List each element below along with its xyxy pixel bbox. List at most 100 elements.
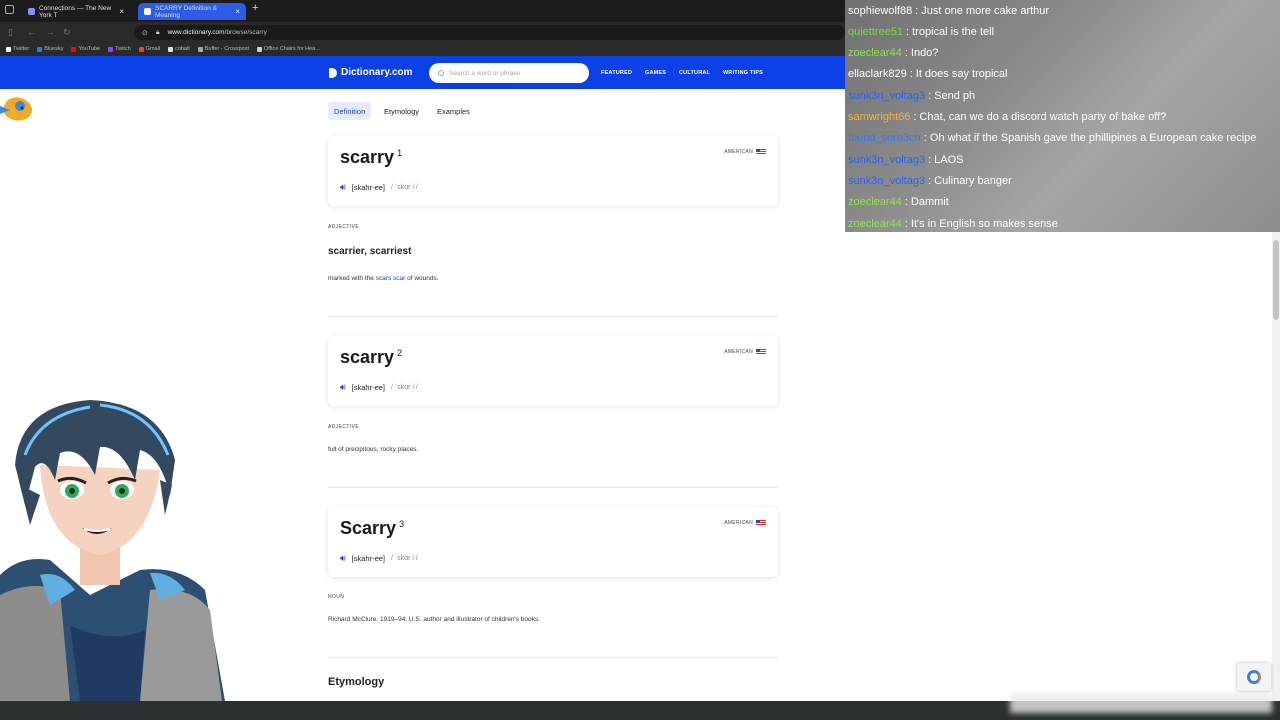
nav-featured[interactable]: FEATURED (601, 70, 632, 76)
new-tab-plus-icon[interactable]: + (252, 2, 258, 14)
definition-text: marked with the scars scar of wounds. (328, 275, 439, 282)
close-icon[interactable]: × (119, 7, 124, 16)
site-logo[interactable]: Dictionary.com (329, 67, 413, 78)
site-info-icon[interactable]: ⊙ (142, 29, 148, 37)
origin-label[interactable]: AMERICAN (724, 149, 766, 155)
chat-message: found_sore3ch: Oh what if the Spanish gav… (845, 128, 1280, 149)
chat-text: tropical is the tell (912, 25, 995, 38)
tab-connections[interactable]: Connections — The New York T × (22, 3, 130, 20)
browser-tab-bar: Connections — The New York T × SCARRY De… (0, 0, 845, 22)
url-text: www.dictionary.com/browse/scarry (167, 29, 267, 36)
chat-text: It's in English so makes sense (910, 217, 1058, 230)
divider (328, 657, 778, 658)
bookmark-item[interactable]: Twitch (108, 46, 131, 52)
bookmark-favicon-icon (108, 46, 114, 52)
part-of-speech: ADJECTIVE (328, 224, 360, 230)
chat-separator: : (923, 132, 927, 145)
taskbar-blur (1010, 693, 1272, 713)
search-input[interactable]: Search a word or phrase (429, 63, 589, 83)
homograph-number: 2 (397, 348, 403, 358)
bookmark-favicon-icon (138, 46, 144, 52)
us-flag-icon (756, 149, 766, 155)
chat-message: sunk3n_voltag3: Send ph (845, 85, 1280, 106)
chat-text: Send ph (934, 89, 976, 102)
chat-message: zoeclear44: It's in English so makes sens… (845, 213, 1280, 234)
window-menu-icon[interactable] (5, 5, 14, 14)
nav-cultural[interactable]: CULTURAL (679, 70, 710, 76)
tab-favicon-icon (28, 8, 35, 15)
bookmark-label: Bluesky (44, 46, 64, 52)
tab-examples[interactable]: Examples (431, 102, 476, 120)
tab-definition[interactable]: Definition (328, 102, 372, 120)
recaptcha-badge[interactable] (1237, 663, 1271, 691)
definition-link[interactable]: scar (393, 275, 405, 282)
bookmark-label: Gmail (145, 46, 161, 52)
chat-text: Oh what if the Spanish gave the phillipi… (929, 132, 1257, 145)
headword: scarry 2 (340, 347, 403, 367)
bookmark-item[interactable]: Gmail (138, 46, 161, 52)
bookmark-item[interactable]: Buffer - Crosspost (197, 46, 249, 52)
chat-separator: : (904, 196, 908, 209)
stream-chat-overlay: sophiewolf88: Just one more cake arthur qu… (845, 0, 1280, 232)
chat-username: samwright66 (848, 111, 911, 123)
chat-separator: : (928, 153, 932, 166)
entry-card: scarry 2 AMERICAN 🔊︎ [skahr-ee] / ˈskɑr i… (328, 336, 778, 406)
tab-etymology[interactable]: Etymology (378, 102, 425, 120)
pronunciation-text: [skahr-ee] (351, 183, 386, 192)
pronunciation-text: [skahr-ee] (351, 554, 386, 563)
origin-label[interactable]: AMERICAN (724, 520, 766, 526)
bookmark-item[interactable]: Office Chairs for Hea... (256, 46, 320, 52)
speaker-icon[interactable]: 🔊︎ (340, 182, 346, 193)
site-header: Dictionary.com Search a word or phrase F… (0, 56, 845, 89)
homograph-number: 1 (397, 148, 403, 158)
origin-label[interactable]: AMERICAN (724, 349, 766, 355)
definition-link[interactable]: scars (376, 275, 392, 282)
chat-message: ellaclark829: It does say tropical (845, 64, 1280, 85)
screen: Connections — The New York T × SCARRY De… (0, 0, 1280, 720)
back-arrow-icon[interactable]: ← (27, 27, 36, 37)
chat-separator: : (909, 68, 913, 81)
bookmark-item[interactable]: cobalt (168, 46, 190, 52)
speaker-icon[interactable]: 🔊︎ (340, 553, 346, 564)
chat-username: ellaclark829 (848, 68, 907, 81)
definition-text: full of precipitous, rocky places. (328, 446, 419, 453)
pronunciation: 🔊︎ [skahr-ee] / ˈskɑr i / (340, 182, 418, 193)
chat-message: quiettree51: tropical is the tell (845, 21, 1280, 42)
nav-writing-tips[interactable]: WRITING TIPS (723, 70, 763, 76)
bookmark-label: YouTube (78, 46, 101, 52)
bookmark-item[interactable]: Twitter (6, 46, 29, 52)
reload-icon[interactable]: ↻ (63, 27, 71, 38)
bookmark-label: Office Chairs for Hea... (263, 46, 320, 52)
bookmark-item[interactable]: YouTube (71, 46, 100, 52)
sidebar-icon[interactable]: ▯ (8, 27, 13, 38)
bookmark-label: Twitch (115, 46, 131, 52)
etymology-heading: Etymology (328, 676, 385, 688)
bookmarks-bar: Twitter Bluesky YouTube Twitch Gmail cobalt Bu… (0, 42, 845, 56)
forward-arrow-icon[interactable]: → (46, 27, 55, 37)
chat-username: sunk3n_voltag3 (848, 174, 926, 187)
definition-text: Richard McClure, 1919–94, U.S. author an… (328, 616, 540, 623)
bookmark-favicon-icon (197, 46, 203, 52)
chat-username: sunk3n_voltag3 (848, 153, 926, 166)
tab-favicon-icon (144, 8, 151, 15)
url-field[interactable]: ⊙ 🔒︎ www.dictionary.com/browse/scarry (134, 25, 845, 40)
tab-scarry[interactable]: SCARRY Definition & Meaning × (138, 3, 246, 20)
bookmark-item[interactable]: Bluesky (37, 46, 63, 52)
chat-message: zoeclear44: Indo? (845, 43, 1280, 64)
pronunciation: 🔊︎ [skahr-ee] / ˈskɑr i / (340, 553, 418, 564)
tab-label: Connections — The New York T (39, 4, 112, 19)
close-icon[interactable]: × (235, 7, 240, 16)
nav-games[interactable]: GAMES (645, 70, 666, 76)
chat-username: zoeclear44 (848, 47, 902, 60)
chat-separator: : (904, 47, 908, 60)
chat-username: found_sore3ch (848, 132, 921, 145)
logo-book-icon (329, 67, 337, 78)
chat-username: sophiewolf88 (848, 4, 913, 17)
chat-text: Indo? (910, 47, 939, 60)
chat-text: Chat, can we do a discord watch party of… (919, 111, 1167, 123)
scrollbar-thumb[interactable] (1273, 240, 1279, 320)
chat-text: Dammit (910, 196, 949, 209)
chat-username: zoeclear44 (848, 217, 902, 230)
speaker-icon[interactable]: 🔊︎ (340, 382, 346, 393)
chat-text: It does say tropical (915, 68, 1008, 81)
